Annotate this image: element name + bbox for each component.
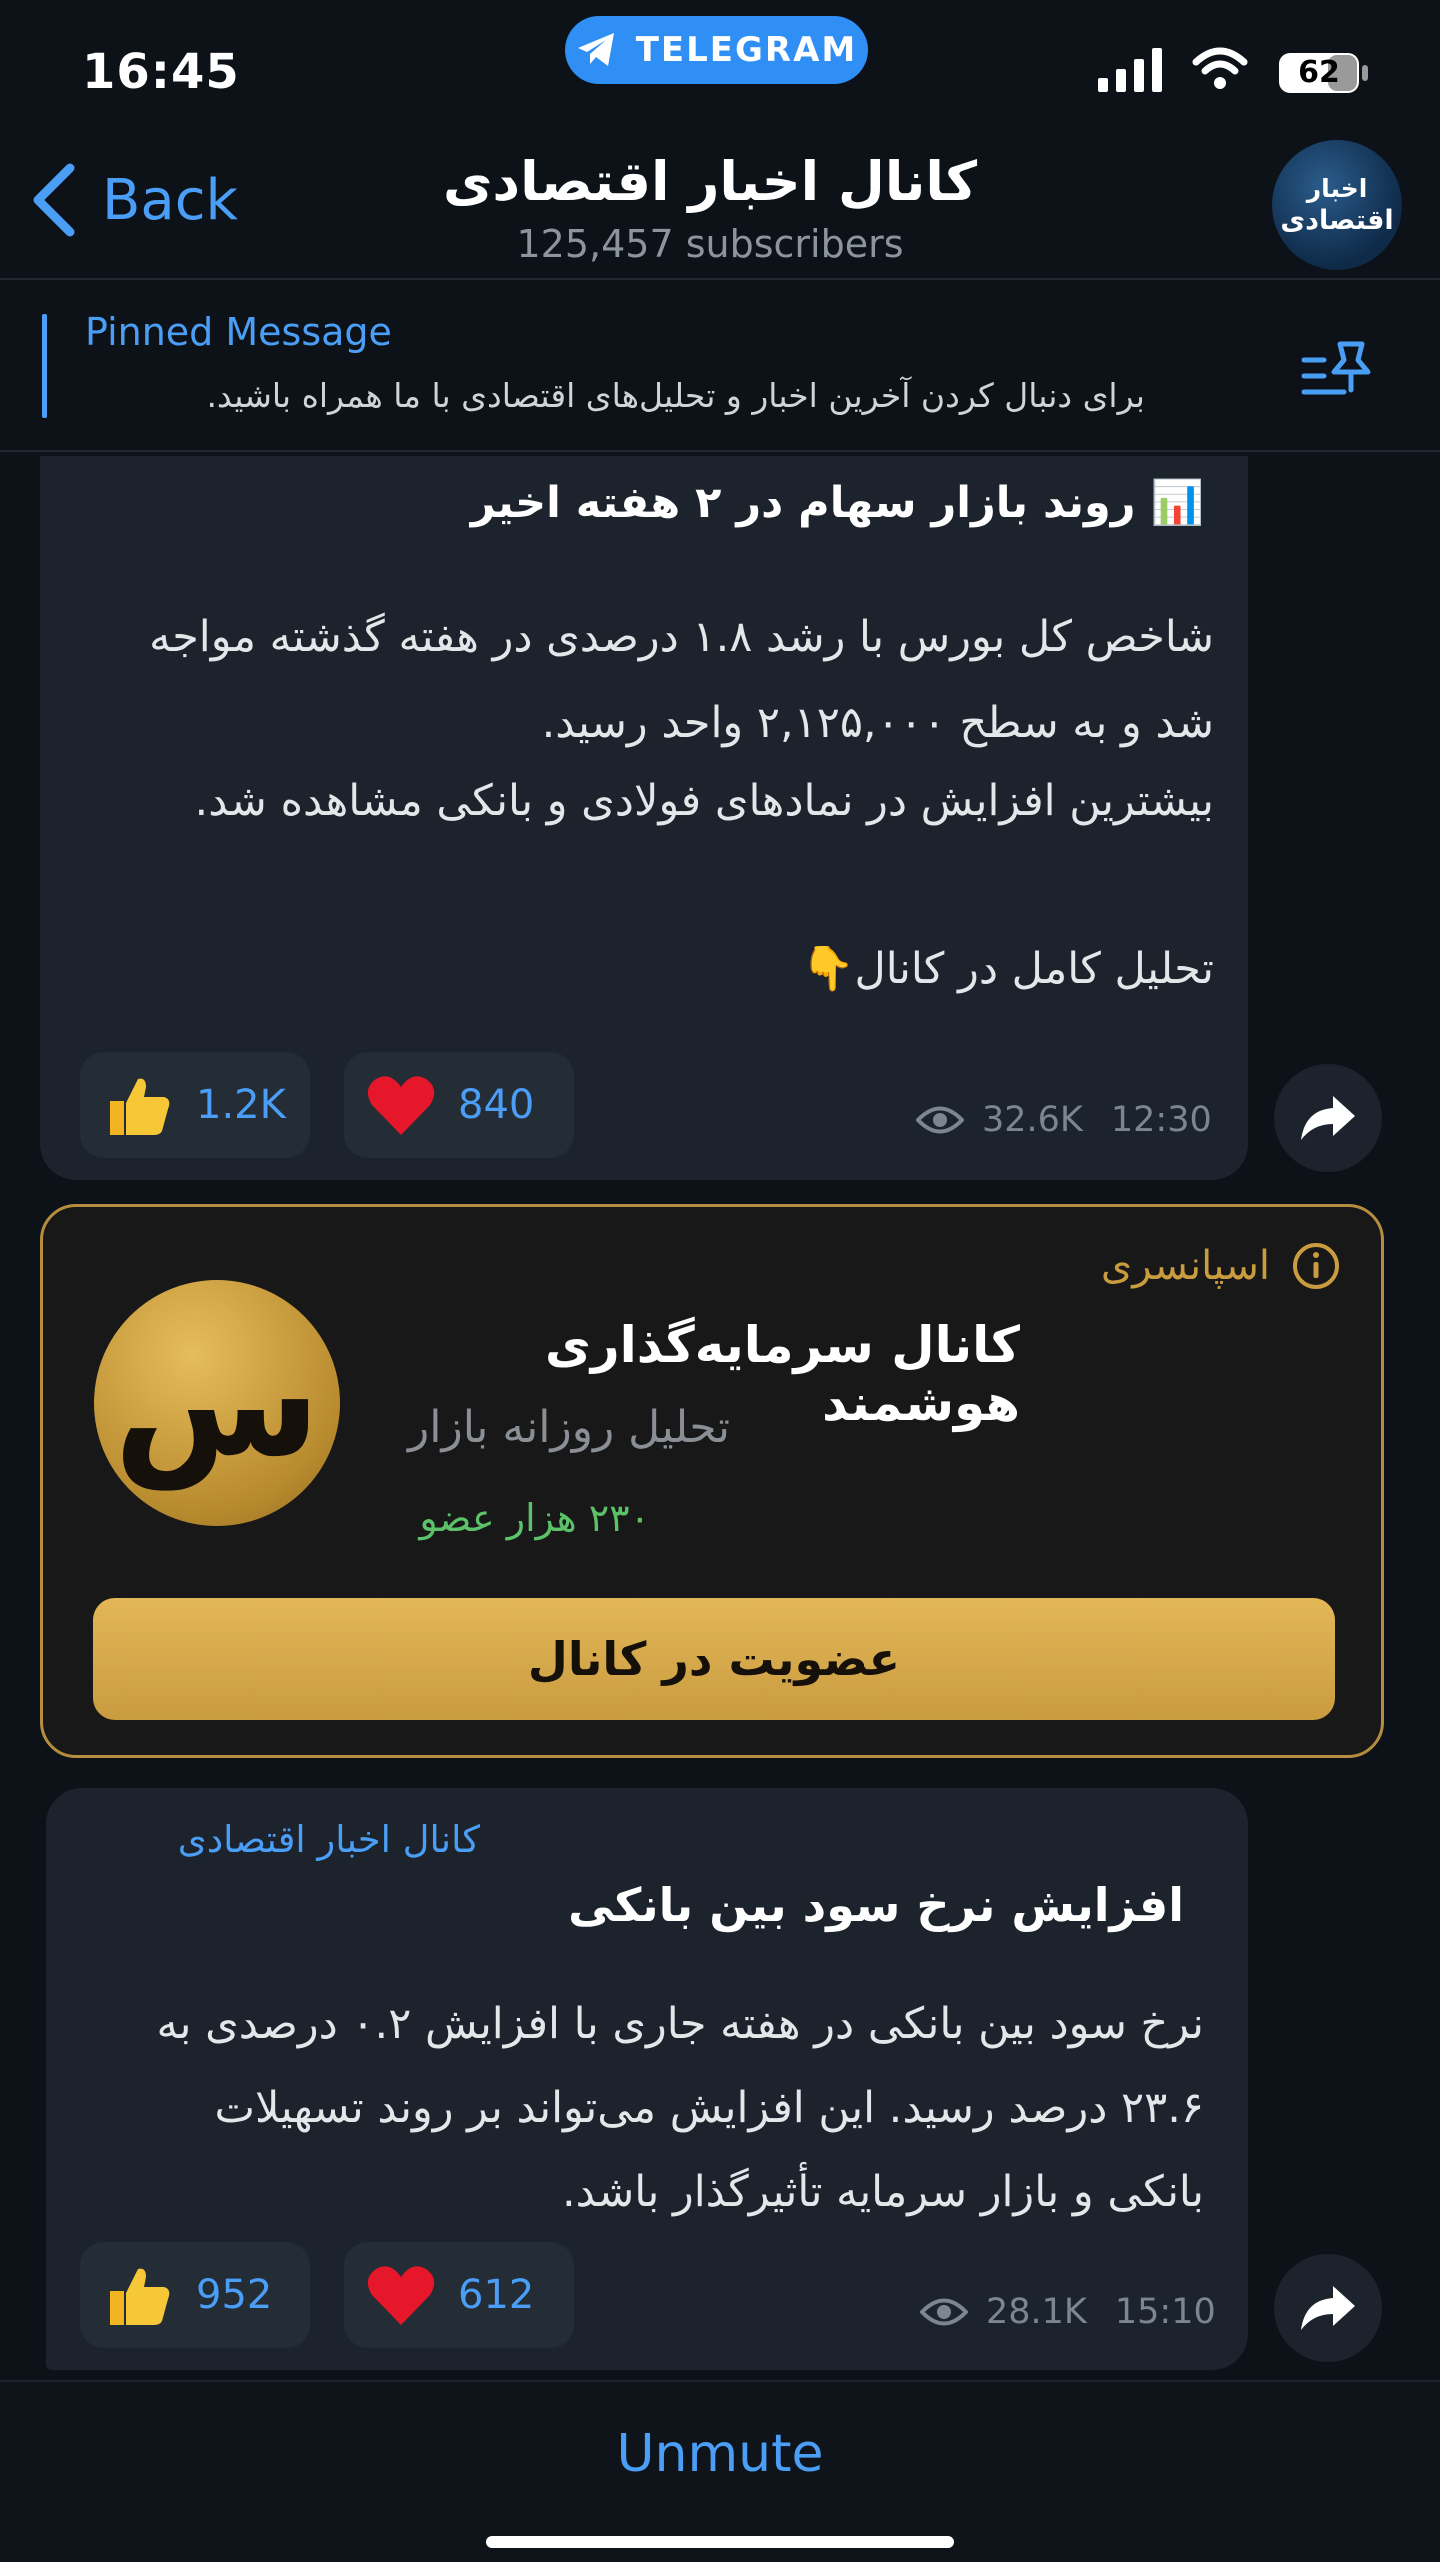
pointing-down-emoji-icon: 👇	[800, 944, 855, 994]
eye-icon	[920, 2298, 968, 2326]
pinned-accent-bar	[42, 314, 47, 418]
share-button-2[interactable]	[1274, 2254, 1382, 2362]
info-icon	[1293, 1243, 1339, 1289]
share-arrow-icon	[1301, 2286, 1355, 2330]
channel-title[interactable]: کانال اخبار اقتصادی	[0, 150, 1420, 213]
message-time: 12:30	[1110, 1100, 1212, 1140]
sponsored-label-row[interactable]: اسپانسری	[900, 1242, 1340, 1290]
reaction-count: 1.2K	[196, 1082, 286, 1128]
reaction-thumbs-up-2[interactable]: 952	[80, 2242, 310, 2348]
reaction-heart-1[interactable]: 840	[344, 1052, 574, 1158]
home-indicator[interactable]	[486, 2536, 954, 2548]
eye-icon	[916, 1106, 964, 1134]
chart-emoji-icon: 📊	[1150, 478, 1204, 528]
message2-meta: 28.1K 15:10	[920, 2292, 1216, 2332]
sponsor-avatar: س	[94, 1280, 340, 1526]
telegram-pill[interactable]: TELEGRAM	[565, 16, 868, 84]
pinned-label[interactable]: Pinned Message	[85, 310, 392, 354]
message1-title: روند بازار سهام در ۲ هفته اخیر	[470, 478, 1136, 528]
message2-author[interactable]: کانال اخبار اقتصادی	[80, 1818, 480, 1861]
message1-title-row: 📊 روند بازار سهام در ۲ هفته اخیر	[100, 478, 1204, 528]
battery-icon: 62	[1278, 52, 1370, 94]
subscriber-count: 125,457 subscribers	[516, 222, 904, 266]
share-arrow-icon	[1301, 1096, 1355, 1140]
telegram-pill-label: TELEGRAM	[635, 30, 858, 70]
telegram-plane-icon	[577, 33, 614, 66]
unmute-button[interactable]: Unmute	[0, 2424, 1440, 2484]
message-time: 15:10	[1114, 2292, 1216, 2332]
message1-cta-row: تحلیل کامل در کانال👇	[130, 944, 1214, 994]
sponsored-label: اسپانسری	[1100, 1243, 1270, 1289]
message2-title: افزایش نرخ سود بین بانکی	[568, 1878, 1184, 1932]
thumbs-up-icon	[110, 1078, 170, 1135]
message2-body: نرخ سود بین بانکی در هفته جاری با افزایش…	[156, 1999, 1204, 2217]
battery-level: 62	[1298, 55, 1340, 90]
sponsor-avatar-letter: س	[113, 1316, 321, 1490]
avatar-line1: اخبار	[1306, 173, 1368, 203]
thumbs-up-icon	[110, 2268, 170, 2325]
sponsor-description: تحلیل روزانه بازار	[408, 1402, 730, 1453]
pinned-divider	[0, 450, 1440, 452]
pinned-text[interactable]: برای دنبال کردن آخرین اخبار و تحلیل‌های …	[85, 376, 1145, 415]
reaction-heart-2[interactable]: 612	[344, 2242, 574, 2348]
sponsor-members: ۲۳۰ هزار عضو	[419, 1496, 650, 1540]
message1-cta: تحلیل کامل در کانال	[854, 944, 1214, 994]
avatar-line2: اقتصادی	[1280, 204, 1394, 236]
heart-icon	[367, 2266, 435, 2325]
signal-icon	[1098, 48, 1162, 92]
heart-icon	[367, 1076, 435, 1135]
reaction-thumbs-up-1[interactable]: 1.2K	[80, 1052, 310, 1158]
view-count: 28.1K	[986, 2292, 1087, 2332]
reaction-count: 612	[458, 2272, 535, 2318]
reaction-count: 840	[458, 1082, 535, 1128]
status-time: 16:45	[82, 44, 240, 100]
join-channel-button[interactable]: عضویت در کانال	[93, 1598, 1335, 1720]
share-button-1[interactable]	[1274, 1064, 1382, 1172]
header-divider	[0, 278, 1440, 280]
message1-para2: بیشترین افزایش در نمادهای فولادی و بانکی…	[194, 776, 1214, 826]
message1-meta: 32.6K 12:30	[916, 1100, 1212, 1140]
reaction-count: 952	[196, 2272, 273, 2318]
view-count: 32.6K	[982, 1100, 1083, 1140]
message1-para1: شاخص کل بورس با رشد ۱.۸ درصدی در هفته گذ…	[149, 612, 1214, 748]
channel-avatar[interactable]: اخبار اقتصادی	[1272, 140, 1402, 270]
wifi-icon	[1192, 47, 1248, 89]
pinned-list-icon[interactable]	[1300, 336, 1376, 406]
